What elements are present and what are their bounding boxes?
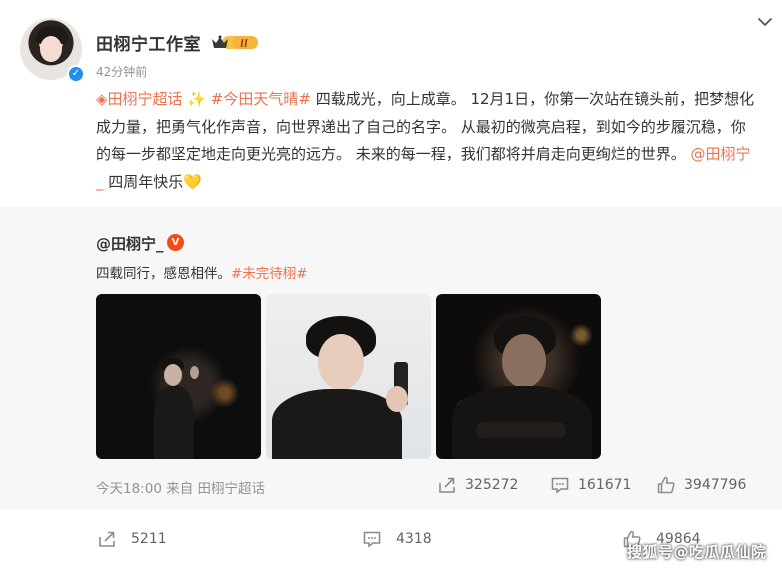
heart-emoji: 💛 bbox=[183, 172, 202, 191]
repost-text: 四载同行，感恩相伴。#未完待栩# bbox=[96, 262, 308, 282]
repost-like-number: 3947796 bbox=[684, 477, 747, 493]
author-avatar[interactable]: ✓ bbox=[20, 18, 85, 83]
verified-orange-icon: V bbox=[167, 234, 184, 251]
repost-repost-number: 325272 bbox=[465, 477, 519, 493]
reposted-content[interactable]: @田栩宁_ V 四载同行，感恩相伴。#未完待栩# 今天18:00 来自 田栩宁超… bbox=[0, 207, 782, 510]
post-time[interactable]: 42分钟前 bbox=[96, 63, 147, 80]
repost-photo-1[interactable] bbox=[96, 294, 261, 459]
post-content: ◈田栩宁超话 ✨ #今田天气晴# 四载成光，向上成章。 12月1日，你第一次站在… bbox=[96, 86, 756, 196]
repost-button[interactable]: 5211 bbox=[97, 529, 167, 549]
watermark: 搜狐号@吃瓜瓜仙院 bbox=[627, 543, 767, 561]
repost-repost-count[interactable]: 325272 bbox=[437, 475, 518, 495]
repost-comment-number: 161671 bbox=[578, 477, 632, 493]
vip-level-text: II bbox=[239, 39, 249, 50]
repost-icon bbox=[99, 531, 115, 547]
sparkle-emoji: ✨ bbox=[187, 90, 207, 108]
repost-meta[interactable]: 今天18:00 来自 田栩宁超话 bbox=[96, 477, 265, 497]
repost-photo-3[interactable] bbox=[436, 294, 601, 459]
repost-comment-count[interactable]: 161671 bbox=[550, 475, 631, 495]
post-tail-text: 四周年快乐 bbox=[103, 172, 184, 191]
author-name[interactable]: 田栩宁工作室 bbox=[96, 30, 201, 55]
repost-icon bbox=[439, 477, 455, 493]
weibo-post: ✓ 田栩宁工作室 II 42分钟前 ◈田栩宁超话 ✨ #今田天气晴# 四载成光，… bbox=[0, 0, 782, 570]
vip-crown-icon[interactable]: II bbox=[210, 33, 260, 51]
comment-count: 4318 bbox=[396, 531, 432, 547]
repost-body-text: 四载同行，感恩相伴。 bbox=[96, 266, 231, 282]
comment-icon bbox=[551, 477, 569, 494]
more-chevron-icon[interactable] bbox=[757, 14, 773, 30]
comment-icon bbox=[363, 531, 381, 548]
repost-author-name[interactable]: @田栩宁_ bbox=[96, 233, 164, 254]
verified-icon: ✓ bbox=[67, 65, 85, 83]
repost-like-count[interactable]: 3947796 bbox=[656, 475, 746, 495]
repost-hashtag-link[interactable]: #未完待栩# bbox=[231, 266, 308, 282]
like-icon bbox=[657, 476, 675, 494]
repost-photo-2[interactable] bbox=[266, 294, 431, 459]
supertopic-link[interactable]: ◈田栩宁超话 bbox=[96, 90, 183, 108]
comment-button[interactable]: 4318 bbox=[362, 529, 432, 549]
repost-count: 5211 bbox=[131, 531, 167, 547]
hashtag-link[interactable]: #今田天气晴# bbox=[211, 90, 311, 108]
avatar-face bbox=[40, 36, 62, 62]
